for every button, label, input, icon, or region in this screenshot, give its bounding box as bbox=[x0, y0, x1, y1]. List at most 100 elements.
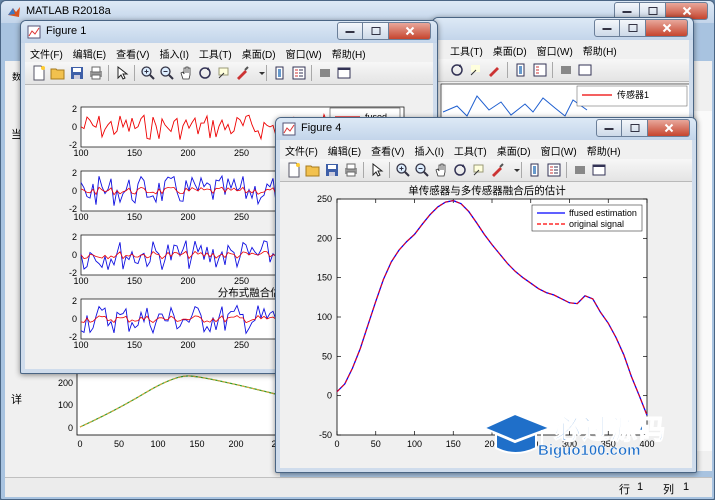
pointer-icon[interactable] bbox=[114, 65, 130, 81]
maximize-icon bbox=[628, 24, 637, 32]
open-file-icon[interactable] bbox=[305, 162, 321, 178]
subplot-xtick: 100 bbox=[73, 212, 88, 222]
save-icon[interactable] bbox=[324, 162, 340, 178]
dock-icon[interactable] bbox=[591, 162, 607, 178]
y-tick-label: 100 bbox=[317, 312, 332, 322]
save-icon[interactable] bbox=[69, 65, 85, 81]
datatip-icon[interactable] bbox=[216, 65, 232, 81]
x-tick-label: 50 bbox=[371, 439, 381, 449]
figure4-menu-help[interactable]: 帮助(H) bbox=[582, 140, 626, 159]
print-icon[interactable] bbox=[88, 65, 104, 81]
behind-maximize-button[interactable] bbox=[620, 19, 646, 37]
behind-legend-icon[interactable] bbox=[532, 62, 548, 78]
behind-colorbar-icon[interactable] bbox=[513, 62, 529, 78]
zoom-out-icon[interactable] bbox=[159, 65, 175, 81]
behind-menu-window[interactable]: 窗口(W) bbox=[532, 40, 578, 59]
behind-dock-icon[interactable] bbox=[577, 62, 593, 78]
hide-tools-icon[interactable] bbox=[572, 162, 588, 178]
maximize-icon bbox=[648, 7, 657, 15]
matlab-logo-icon bbox=[8, 7, 20, 17]
figure1-close-button[interactable] bbox=[389, 22, 431, 40]
brush-icon[interactable] bbox=[490, 162, 506, 178]
minimize-icon bbox=[345, 31, 355, 33]
side-char-3: 详 bbox=[11, 394, 22, 406]
new-figure-icon[interactable] bbox=[286, 162, 302, 178]
behind-close-button[interactable] bbox=[646, 19, 688, 37]
behind-figure-window: 工具(T) 桌面(D) 窗口(W) 帮助(H) 传感器1 bbox=[432, 17, 694, 125]
pointer-icon[interactable] bbox=[369, 162, 385, 178]
bottom-xtick-200: 200 bbox=[228, 439, 243, 449]
watermark: 必过源码 Biguo100.com bbox=[482, 408, 682, 464]
colorbar-icon[interactable] bbox=[527, 162, 543, 178]
figure4-titlebar: Figure 4 bbox=[276, 118, 696, 140]
zoom-out-icon[interactable] bbox=[414, 162, 430, 178]
bottom-xtick-150: 150 bbox=[189, 439, 204, 449]
subplot-ytick: 2 bbox=[72, 168, 77, 178]
behind-menu-desktop[interactable]: 桌面(D) bbox=[488, 40, 532, 59]
legend-icon[interactable] bbox=[291, 65, 307, 81]
figure4-menu-window[interactable]: 窗口(W) bbox=[536, 140, 582, 159]
colorbar-icon[interactable] bbox=[272, 65, 288, 81]
figure1-minimize-button[interactable] bbox=[337, 22, 363, 40]
rotate-icon[interactable] bbox=[197, 65, 213, 81]
figure4-menu-view[interactable]: 查看(V) bbox=[366, 140, 409, 159]
maximize-icon bbox=[371, 27, 380, 35]
figure1-maximize-button[interactable] bbox=[363, 22, 389, 40]
figure1-menu-edit[interactable]: 编辑(E) bbox=[68, 43, 111, 62]
x-tick-label: 100 bbox=[407, 439, 422, 449]
legend-entry: original signal bbox=[569, 219, 624, 229]
bottom-background-plot: 200 100 0 0 50 100 150 200 2 bbox=[58, 372, 280, 449]
dock-icon[interactable] bbox=[336, 65, 352, 81]
legend-icon[interactable] bbox=[546, 162, 562, 178]
figure4-minimize-button[interactable] bbox=[596, 119, 622, 137]
figure1-menu-view[interactable]: 查看(V) bbox=[111, 43, 154, 62]
y-tick-label: 50 bbox=[322, 351, 332, 361]
bottom-xtick-0: 0 bbox=[77, 439, 82, 449]
behind-menu-tools[interactable]: 工具(T) bbox=[445, 40, 488, 59]
legend-entry: ffused estimation bbox=[569, 208, 637, 218]
chevron-down-icon[interactable] bbox=[254, 65, 265, 81]
y-tick-label: 0 bbox=[327, 391, 332, 401]
zoom-in-icon[interactable] bbox=[140, 65, 156, 81]
chart-axes bbox=[336, 198, 648, 436]
zoom-in-icon[interactable] bbox=[395, 162, 411, 178]
behind-minimize-button[interactable] bbox=[594, 19, 620, 37]
figure4-menu-edit[interactable]: 编辑(E) bbox=[323, 140, 366, 159]
figure4-menu-file[interactable]: 文件(F) bbox=[280, 140, 323, 159]
x-tick-label: 150 bbox=[446, 439, 461, 449]
new-figure-icon[interactable] bbox=[31, 65, 47, 81]
datatip-icon[interactable] bbox=[471, 162, 487, 178]
col-value: 1 bbox=[683, 481, 690, 493]
behind-figure-titlebar bbox=[433, 18, 693, 40]
figure1-menu-help[interactable]: 帮助(H) bbox=[327, 43, 371, 62]
figure1-menu-desktop[interactable]: 桌面(D) bbox=[237, 43, 281, 62]
rotate-icon[interactable] bbox=[452, 162, 468, 178]
behind-menu-help[interactable]: 帮助(H) bbox=[578, 40, 622, 59]
figure1-menu-file[interactable]: 文件(F) bbox=[25, 43, 68, 62]
behind-brush-icon[interactable] bbox=[487, 62, 503, 78]
figure4-menu-desktop[interactable]: 桌面(D) bbox=[492, 140, 536, 159]
figure1-menu-insert[interactable]: 插入(I) bbox=[154, 43, 193, 62]
print-icon[interactable] bbox=[343, 162, 359, 178]
open-file-icon[interactable] bbox=[50, 65, 66, 81]
close-icon bbox=[664, 123, 673, 133]
figure4-menu-insert[interactable]: 插入(I) bbox=[409, 140, 448, 159]
chevron-down-icon[interactable] bbox=[509, 162, 520, 178]
figure4-toolbar bbox=[280, 159, 692, 182]
figure1-menu-tools[interactable]: 工具(T) bbox=[194, 43, 237, 62]
behind-rotate-icon[interactable] bbox=[449, 62, 465, 78]
figure4-menubar: 文件(F) 编辑(E) 查看(V) 插入(I) 工具(T) 桌面(D) 窗口(W… bbox=[280, 140, 692, 159]
pan-icon[interactable] bbox=[433, 162, 449, 178]
pan-icon[interactable] bbox=[178, 65, 194, 81]
brush-icon[interactable] bbox=[235, 65, 251, 81]
hide-tools-icon[interactable] bbox=[317, 65, 333, 81]
figure4-close-button[interactable] bbox=[648, 119, 690, 137]
figure4-menu-tools[interactable]: 工具(T) bbox=[449, 140, 492, 159]
behind-datatip-icon[interactable] bbox=[468, 62, 484, 78]
behind-hide-tools-icon[interactable] bbox=[558, 62, 574, 78]
subplot-ytick: 2 bbox=[72, 104, 77, 114]
figure1-menu-window[interactable]: 窗口(W) bbox=[281, 43, 327, 62]
y-tick-label: 250 bbox=[317, 194, 332, 204]
figure4-maximize-button[interactable] bbox=[622, 119, 648, 137]
y-tick-label: -50 bbox=[319, 430, 332, 440]
